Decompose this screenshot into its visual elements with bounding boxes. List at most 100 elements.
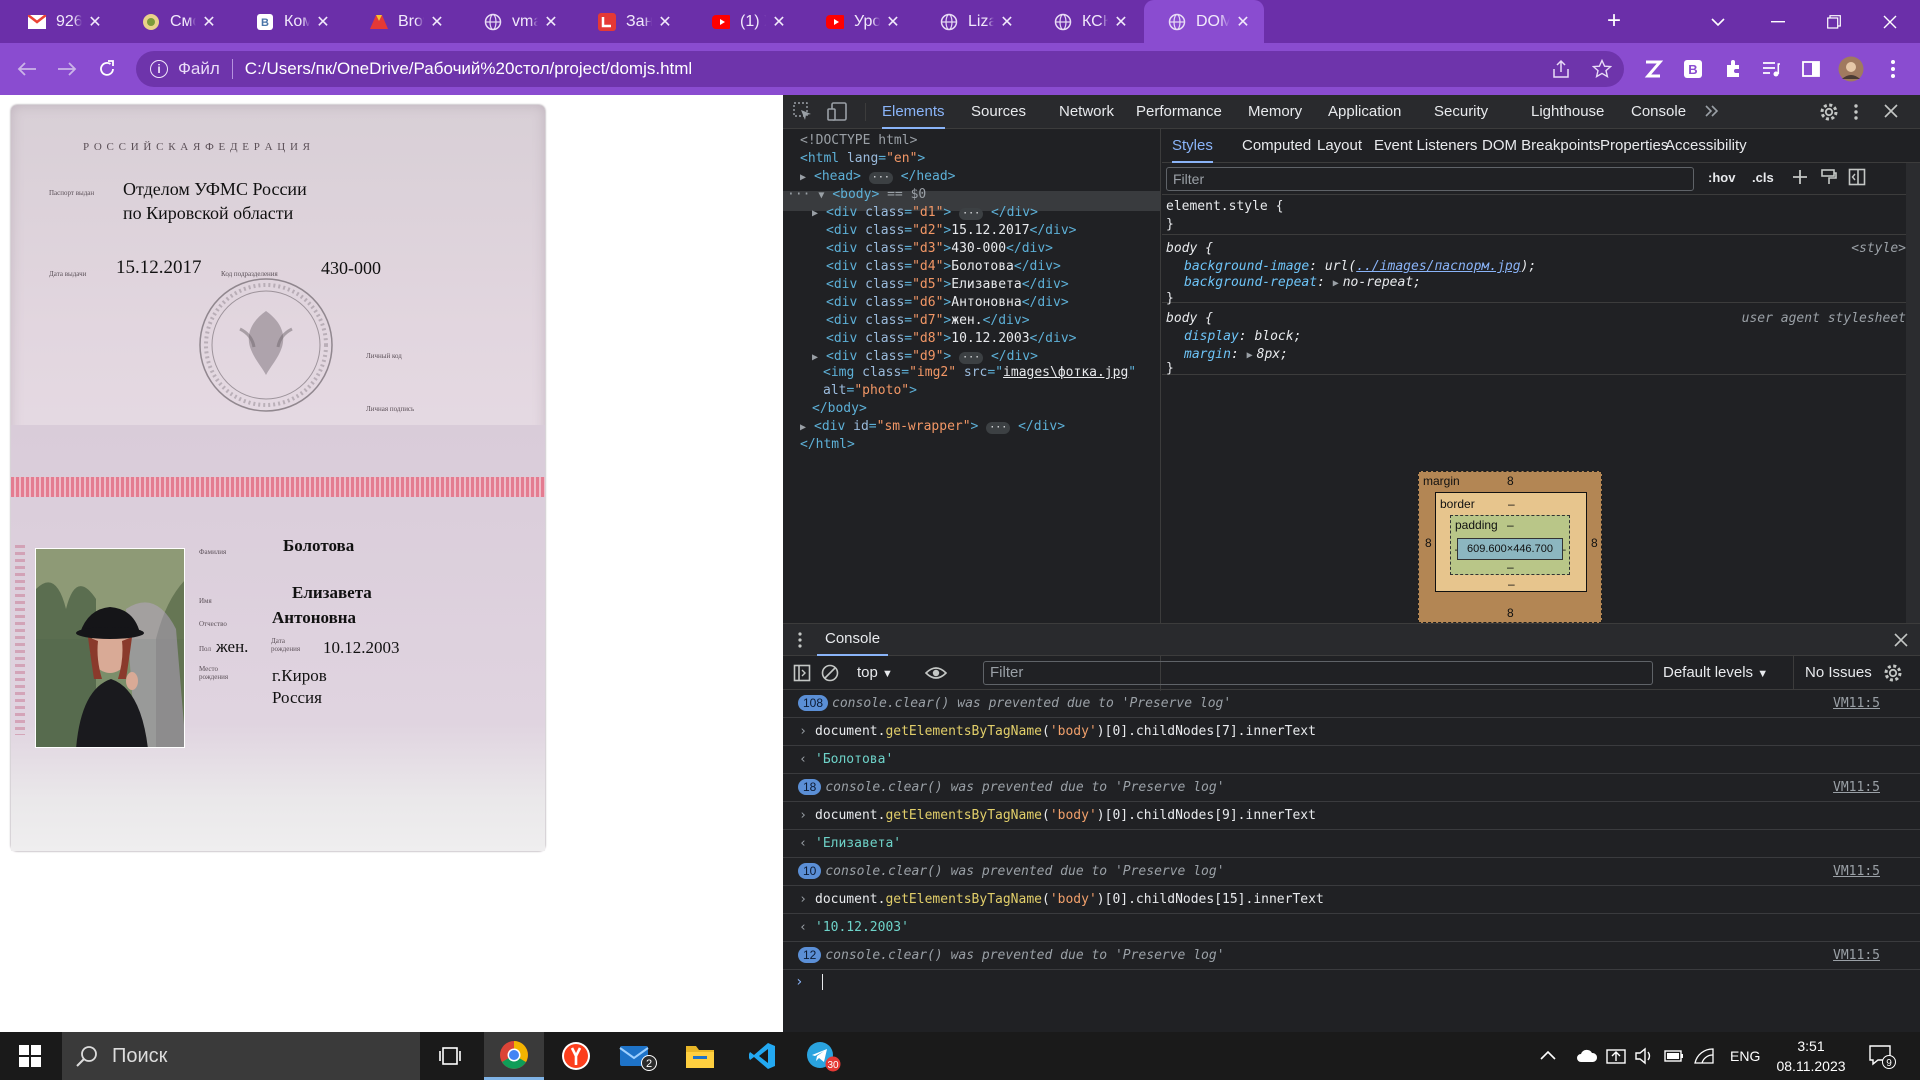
dom-div-node[interactable]: ▶ <div class="d1"> ··· </div> [812,203,1038,223]
browser-tab[interactable]: vmarshirov✕ [460,0,572,43]
devtools-settings-button[interactable] [1819,102,1839,122]
source-link[interactable]: VM11:5 [1833,942,1880,969]
devtools-tab-performance[interactable]: Performance [1136,95,1222,129]
clear-console-button[interactable] [821,664,839,682]
dom-body-node[interactable]: ··· ▼ <body> == $0 [787,185,926,205]
devtools-tab-sources[interactable]: Sources [971,95,1026,129]
tray-overflow-button[interactable] [1540,1032,1556,1080]
result-value[interactable]: 'Болотова' [815,752,893,767]
console-filter-input[interactable]: Filter [983,661,1653,685]
console-sidebar-button[interactable] [793,664,811,682]
devtools-close-button[interactable] [1883,103,1899,119]
close-tab-icon[interactable]: ✕ [200,12,218,32]
dom-div-node[interactable]: <div class="d2">15.12.2017</div> [826,221,1077,241]
devtools-tab-application[interactable]: Application [1328,95,1401,129]
devtools-tab-security[interactable]: Security [1434,95,1488,129]
dom-body-close[interactable]: </body> [812,399,867,419]
taskbar-chrome[interactable] [484,1032,544,1080]
browser-tab[interactable]: (1) Учим✕ [688,0,800,43]
console-prompt[interactable]: › [795,974,823,990]
console-settings-button[interactable] [1883,663,1903,683]
volume-tray[interactable] [1634,1032,1654,1080]
live-expression-button[interactable] [925,663,947,683]
browser-tab[interactable]: DOM, JS✕ [1144,0,1264,43]
devtools-menu-button[interactable] [1853,102,1859,122]
tab-search-button[interactable] [1690,0,1746,43]
taskbar-search-box[interactable]: Поиск [62,1032,420,1080]
source-link[interactable]: VM11:5 [1833,690,1880,717]
browser-tab[interactable]: КСК "Дв✕ [1030,0,1142,43]
devtools-tab-network[interactable]: Network [1059,95,1114,129]
collapsed-ellipsis[interactable]: ··· [868,172,893,184]
img-src-link[interactable]: images\фотка.jpg [1003,365,1128,380]
browser-tab[interactable]: Уроки JavaScript✕ [802,0,914,43]
log-levels-select[interactable]: Default levels ▼ [1663,664,1768,681]
bg-image-decl[interactable]: background-image: url(../images/пасnорм.… [1184,259,1536,274]
dom-html-node[interactable]: <html lang="en"> [800,149,925,169]
more-tabs-button[interactable] [1703,103,1719,119]
styles-tab-layout[interactable]: Layout [1317,129,1362,163]
taskbar-mail[interactable]: 2 [608,1032,668,1080]
context-select[interactable]: top ▼ [857,664,893,681]
styles-tab-computed[interactable]: Computed [1242,129,1311,163]
issues-counter[interactable]: No Issues [1805,664,1872,681]
border-bottom-value[interactable]: – [1508,577,1515,591]
profile-avatar[interactable] [1838,56,1864,82]
address-bar[interactable]: i Файл C:/Users/пк/OneDrive/Рабочий%20ст… [136,51,1624,87]
devtools-tab-lighthouse[interactable]: Lighthouse [1531,95,1604,129]
taskbar-telegram[interactable]: 30 [794,1032,854,1080]
styles-tab-event-listeners[interactable]: Event Listeners [1374,129,1477,163]
browser-menu-button[interactable] [1880,56,1906,82]
reload-button[interactable] [94,56,120,82]
drawer-menu-button[interactable] [797,631,803,649]
browser-tab[interactable]: Занятие✕ [574,0,686,43]
bookmark-button[interactable] [1589,56,1615,82]
task-view-button[interactable] [420,1032,480,1080]
result-value[interactable]: '10.12.2003' [815,920,909,935]
browser-tab[interactable]: 926 · Входящие✕ [4,0,116,43]
side-panel-button[interactable] [1798,56,1824,82]
share-button[interactable] [1548,56,1574,82]
network-tray[interactable] [1694,1032,1714,1080]
styles-tab-dom-breakpoints[interactable]: DOM Breakpoints [1482,129,1600,163]
info-icon[interactable]: i [150,60,168,78]
new-tab-button[interactable]: + [1600,8,1628,36]
extension-b-button[interactable]: B [1680,56,1706,82]
address-url[interactable]: C:/Users/пк/OneDrive/Рабочий%20стол/proj… [245,59,692,79]
source-link[interactable]: VM11:5 [1833,858,1880,885]
close-tab-icon[interactable]: ✕ [428,12,446,32]
restore-button[interactable] [1806,0,1862,43]
box-model-content[interactable]: 609.600×446.700 [1457,538,1563,560]
source-link[interactable]: VM11:5 [1833,774,1880,801]
dom-div-node[interactable]: <div class="d5">Елизавета</div> [826,275,1069,295]
browser-tab[interactable]: B Комиссия✕ [232,0,344,43]
collapsed-ellipsis[interactable]: ··· [986,422,1011,434]
close-tab-icon[interactable]: ✕ [542,12,560,32]
battery-tray[interactable] [1664,1032,1684,1080]
devtools-tab-memory[interactable]: Memory [1248,95,1302,129]
dom-html-close[interactable]: </html> [800,435,855,455]
dom-img-node[interactable]: <img class="img2" src="images\фотка.jpg" [823,363,1136,383]
dom-div-node[interactable]: <div class="d3">430-000</div> [826,239,1053,259]
dom-div-node[interactable]: <div class="d8">10.12.2003</div> [826,329,1077,349]
styles-tab-styles[interactable]: Styles [1172,129,1213,163]
body-selector[interactable]: body { [1166,241,1213,256]
drawer-close-button[interactable] [1893,632,1909,648]
close-tab-icon[interactable]: ✕ [314,12,332,32]
bg-repeat-decl[interactable]: background-repeat: ▶ no-repeat; [1184,275,1421,290]
security-tray[interactable] [1606,1032,1626,1080]
clock[interactable]: 3:51 08.11.2023 [1776,1032,1846,1080]
bg-image-url[interactable]: ../images/пасnорм.jpg [1356,259,1520,274]
taskbar-explorer[interactable] [670,1032,730,1080]
console-drawer-tab[interactable]: Console [817,624,889,656]
dom-doctype[interactable]: <!DOCTYPE html> [800,131,917,151]
taskbar-yandex[interactable] [546,1032,606,1080]
close-tab-icon[interactable]: ✕ [770,12,788,32]
margin-top-value[interactable]: 8 [1507,474,1514,488]
back-button[interactable] [14,56,40,82]
margin-bottom-value[interactable]: 8 [1507,606,1514,620]
extension-z-button[interactable] [1640,56,1666,82]
styles-scrollbar[interactable] [1906,163,1920,623]
margin-right-value[interactable]: 8 [1591,536,1598,550]
padding-top-value[interactable]: – [1507,518,1514,532]
